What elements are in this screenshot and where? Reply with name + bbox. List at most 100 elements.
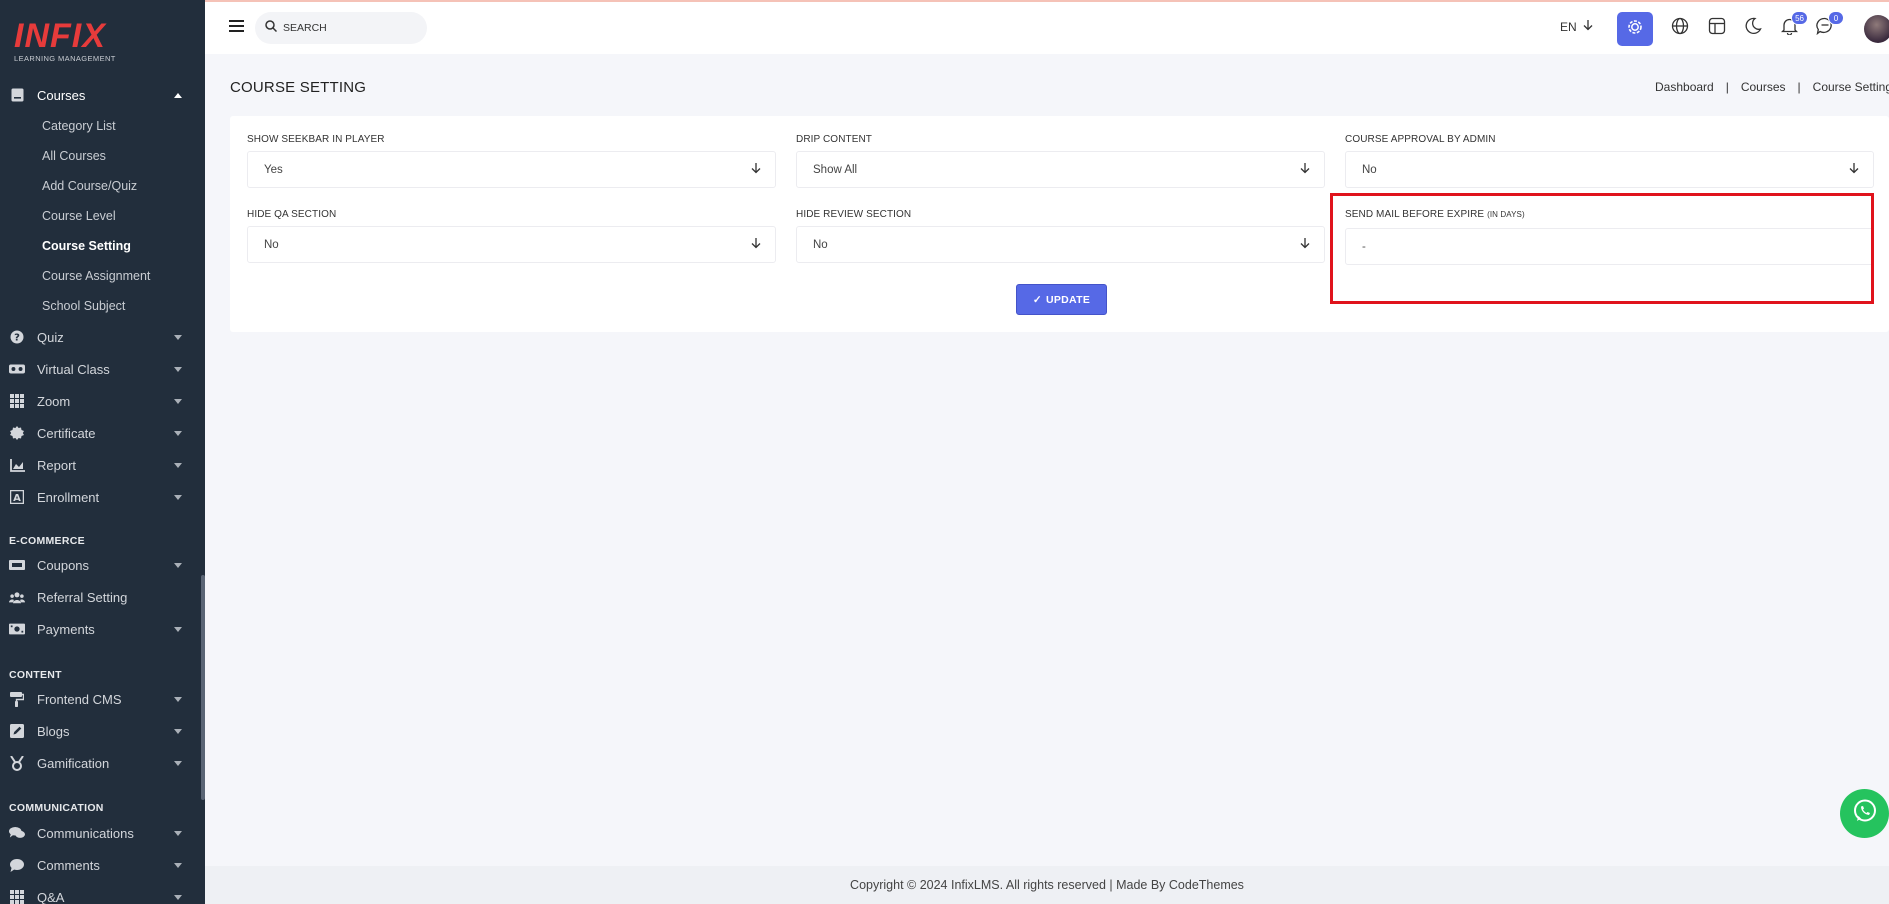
breadcrumb-separator: | xyxy=(1797,80,1801,94)
sidebar-item-blogs[interactable]: Blogs xyxy=(0,716,200,746)
chevron-down-icon xyxy=(174,895,182,900)
sidebar-item-frontend-cms[interactable]: Frontend CMS xyxy=(0,684,200,714)
show-seekbar-label: SHOW SEEKBAR IN PLAYER xyxy=(247,134,385,145)
hamburger-menu-icon[interactable] xyxy=(229,20,244,34)
blog-icon xyxy=(9,723,25,739)
drip-content-select[interactable]: Show All xyxy=(796,151,1325,188)
sidebar-item-communications[interactable]: Communications xyxy=(0,818,200,848)
chevron-down-icon xyxy=(174,863,182,868)
chevron-down-icon xyxy=(174,367,182,372)
payment-icon xyxy=(9,621,25,637)
search-icon xyxy=(265,19,278,37)
sidebar-item-coupons[interactable]: Coupons xyxy=(0,550,200,580)
logo-text: INFIX xyxy=(14,17,106,55)
update-button[interactable]: ✓ UPDATE xyxy=(1016,284,1107,315)
breadcrumb-course-setting[interactable]: Course Setting xyxy=(1813,80,1889,94)
coupon-icon xyxy=(9,557,25,573)
arrow-down-icon xyxy=(751,163,761,177)
sidebar-item-label: Referral Setting xyxy=(37,589,128,605)
chevron-down-icon xyxy=(174,697,182,702)
section-label-content: CONTENT xyxy=(9,669,62,681)
sidebar-item-quiz[interactable]: ? Quiz xyxy=(0,322,200,352)
comment-icon xyxy=(9,857,25,873)
globe-icon xyxy=(1671,17,1689,40)
check-icon: ✓ xyxy=(1032,293,1042,306)
copyright-text: Copyright © 2024 InfixLMS. All rights re… xyxy=(850,878,1244,892)
sidebar: INFIX LEARNING MANAGEMENT Courses Catego… xyxy=(0,0,205,904)
sidebar-item-enrollment[interactable]: A Enrollment xyxy=(0,482,200,512)
sidebar-item-label: Virtual Class xyxy=(37,361,110,377)
notifications-button[interactable]: 56 xyxy=(1776,11,1808,41)
sidebar-item-comments[interactable]: Comments xyxy=(0,850,200,880)
settings-gear-button[interactable] xyxy=(1617,12,1653,46)
hide-qa-value: No xyxy=(264,238,279,251)
whatsapp-chat-button[interactable] xyxy=(1840,789,1889,838)
update-button-label: UPDATE xyxy=(1045,293,1091,306)
sidebar-item-label: Quiz xyxy=(37,329,64,345)
chevron-down-icon xyxy=(174,335,182,340)
breadcrumb-dashboard[interactable]: Dashboard xyxy=(1655,80,1714,94)
sidebar-item-label: Communications xyxy=(37,825,134,841)
hide-review-select[interactable]: No xyxy=(796,226,1325,263)
vr-icon xyxy=(9,361,25,377)
sidebar-item-courses[interactable]: Courses xyxy=(0,80,200,110)
sidebar-item-report[interactable]: Report xyxy=(0,450,200,480)
whatsapp-icon xyxy=(1852,798,1878,829)
top-header: EN 56 0 xyxy=(205,0,1889,54)
chevron-down-icon xyxy=(174,761,182,766)
sidebar-item-label: Gamification xyxy=(37,755,110,771)
chevron-down-icon xyxy=(174,495,182,500)
user-avatar[interactable] xyxy=(1864,15,1889,43)
sidebar-item-zoom[interactable]: Zoom xyxy=(0,386,200,416)
chevron-down-icon xyxy=(174,729,182,734)
course-approval-select[interactable]: No xyxy=(1345,151,1874,188)
paint-roller-icon xyxy=(9,691,25,707)
sidebar-item-referral-setting[interactable]: Referral Setting xyxy=(0,582,200,612)
show-seekbar-select[interactable]: Yes xyxy=(247,151,776,188)
section-label-ecommerce: E-COMMERCE xyxy=(9,535,85,547)
language-label: EN xyxy=(1560,20,1577,34)
website-button[interactable] xyxy=(1667,15,1693,41)
hide-qa-select[interactable]: No xyxy=(247,226,776,263)
sidebar-item-label: Q&A xyxy=(37,889,65,904)
sidebar-item-label: Coupons xyxy=(37,557,90,573)
arrow-down-icon xyxy=(751,238,761,252)
sidebar-item-qa[interactable]: Q&A xyxy=(0,882,200,904)
messages-button[interactable]: 0 xyxy=(1812,11,1844,41)
sidebar-item-virtual-class[interactable]: Virtual Class xyxy=(0,354,200,384)
message-count-badge: 0 xyxy=(1828,11,1844,25)
logo[interactable]: INFIX LEARNING MANAGEMENT xyxy=(14,18,124,64)
breadcrumb-courses[interactable]: Courses xyxy=(1741,80,1786,94)
breadcrumb: Dashboard | Courses | Course Setting xyxy=(1655,80,1889,94)
sidebar-subitem-add-course[interactable]: Add Course/Quiz xyxy=(42,174,137,198)
sidebar-subitem-category-list[interactable]: Category List xyxy=(42,114,116,138)
sidebar-subitem-course-level[interactable]: Course Level xyxy=(42,204,116,228)
enrollment-icon: A xyxy=(9,489,25,505)
grid-icon xyxy=(9,393,25,409)
sidebar-subitem-all-courses[interactable]: All Courses xyxy=(42,144,106,168)
sidebar-subitem-school-subject[interactable]: School Subject xyxy=(42,294,125,318)
sidebar-scrollbar[interactable] xyxy=(201,575,205,800)
arrow-down-icon xyxy=(1849,163,1859,177)
gear-icon xyxy=(1626,18,1644,41)
chevron-down-icon xyxy=(174,627,182,632)
sidebar-item-payments[interactable]: Payments xyxy=(0,614,200,644)
layout-icon xyxy=(1708,17,1726,40)
layout-button[interactable] xyxy=(1704,15,1730,41)
sidebar-item-label: Blogs xyxy=(37,723,70,739)
sidebar-item-label: Zoom xyxy=(37,393,71,409)
language-selector[interactable]: EN xyxy=(1560,20,1593,34)
question-icon: ? xyxy=(9,329,25,345)
sidebar-item-label: Certificate xyxy=(37,425,96,441)
dark-mode-toggle[interactable] xyxy=(1740,15,1766,41)
logo-subtitle: LEARNING MANAGEMENT xyxy=(14,54,116,63)
sidebar-item-gamification[interactable]: Gamification xyxy=(0,748,200,778)
search-box[interactable] xyxy=(255,12,427,44)
sidebar-item-certificate[interactable]: Certificate xyxy=(0,418,200,448)
hide-qa-label: HIDE QA SECTION xyxy=(247,209,337,220)
sidebar-subitem-course-assignment[interactable]: Course Assignment xyxy=(42,264,150,288)
search-input[interactable] xyxy=(283,22,413,34)
chat-icon xyxy=(9,825,25,841)
sidebar-subitem-course-setting[interactable]: Course Setting xyxy=(42,234,131,258)
section-label-communication: COMMUNICATION xyxy=(9,802,104,814)
